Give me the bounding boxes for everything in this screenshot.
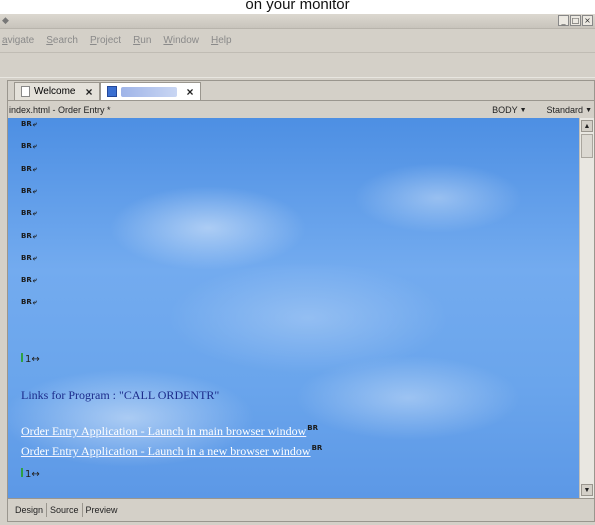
title-bar: ◆ _ □ × [0,14,595,29]
tab-preview[interactable]: Preview [83,503,121,517]
application-window: ◆ _ □ × avigate Search Project Run Windo… [0,14,595,525]
line-break-marker: BR [21,276,37,285]
toolbar [0,52,595,78]
scroll-down-icon[interactable]: ▼ [581,484,593,496]
tab-source[interactable]: Source [47,502,83,517]
menu-project[interactable]: Project [90,35,121,46]
tab-welcome[interactable]: Welcome × [14,82,100,100]
line-break-marker: BR [21,142,37,151]
editor-tabs: Welcome × × [8,81,594,101]
html-file-icon [106,86,117,97]
scroll-thumb[interactable] [581,134,593,158]
element-selector-value: BODY [492,105,518,115]
line-break-marker: BR [21,298,37,307]
mode-selector[interactable]: Standard ▼ [547,105,592,115]
line-break-marker: BR [21,120,37,129]
line-break-marker: BR [307,424,318,432]
menu-bar: avigate Search Project Run Window Help [0,30,595,50]
link-new-window-text: Order Entry Application - Launch in a ne… [21,444,311,458]
design-canvas[interactable]: BR BR BR BR BR BR BR BR BR 1↔ Links for Program … [8,118,579,498]
line-break-marker: BR [21,165,37,174]
line-break-marker: BR [21,232,37,241]
line-break-marker: BR [21,254,37,263]
chevron-down-icon: ▼ [585,106,592,114]
editor-path-bar: index.html - Order Entry * BODY ▼ Standa… [8,102,594,118]
app-icon: ◆ [2,15,9,25]
vertical-scrollbar[interactable]: ▲ ▼ [579,118,594,498]
scroll-up-icon[interactable]: ▲ [581,120,593,132]
anchor-marker: 1↔ [21,468,40,480]
document-icon [21,86,30,97]
menu-run[interactable]: Run [133,35,151,46]
element-selector[interactable]: BODY ▼ [492,105,526,115]
close-button[interactable]: × [582,15,593,26]
menu-window[interactable]: Window [163,35,199,46]
tab-welcome-close-icon[interactable]: × [86,85,93,99]
file-title: index.html - Order Entry * [9,105,111,115]
window-controls: _ □ × [558,15,593,26]
links-heading: Links for Program : "CALL ORDENTR" [21,388,220,402]
tab-design[interactable]: Design [12,502,48,517]
view-mode-tabs: Design Source Preview [8,498,594,520]
chevron-down-icon: ▼ [519,106,527,114]
menu-navigate[interactable]: avigate [2,35,34,46]
maximize-button[interactable]: □ [570,15,581,26]
menu-search[interactable]: Search [46,35,78,46]
tab-welcome-label: Welcome [34,86,76,97]
link-main-window-text: Order Entry Application - Launch in main… [21,424,307,438]
anchor-marker: 1↔ [21,353,40,365]
line-break-marker: BR [21,187,37,196]
menu-help[interactable]: Help [211,35,232,46]
line-break-marker: BR [311,444,323,452]
minimize-button[interactable]: _ [558,15,569,26]
caption-text: on your monitor [245,0,350,13]
tab-index-html[interactable]: × [99,82,201,100]
tab-index-html-close-icon[interactable]: × [187,85,194,99]
mode-selector-value: Standard [546,105,584,115]
editor-frame: Welcome × × index.html - Order Entry * B… [7,80,595,522]
link-new-window[interactable]: Order Entry Application - Launch in a ne… [21,444,322,459]
link-main-window[interactable]: Order Entry Application - Launch in main… [21,424,318,439]
tab-index-html-label [120,86,177,97]
line-break-marker: BR [21,209,37,218]
